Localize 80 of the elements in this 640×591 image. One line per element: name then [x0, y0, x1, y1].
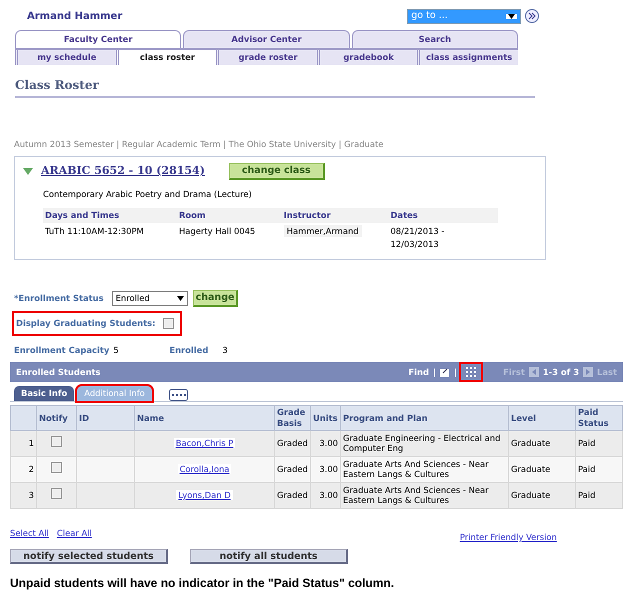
- table-cell: Graduate: [511, 438, 550, 448]
- table-cell: Graduate Engineering - Electrical and Computer Eng: [343, 432, 500, 454]
- grid-view-icon[interactable]: [461, 364, 482, 380]
- student-name-link[interactable]: Bacon,Chris P: [174, 438, 236, 448]
- double-chevron-icon: [528, 12, 536, 20]
- column-header: Grade Basis: [277, 407, 306, 428]
- field-label: *Enrollment Status: [14, 292, 104, 305]
- change-class-button[interactable]: change class: [228, 162, 325, 180]
- tab[interactable]: class assignments: [417, 50, 518, 65]
- notify-button[interactable]: notify selected students: [10, 548, 168, 564]
- table-cell: 3.00: [319, 490, 338, 500]
- checkbox[interactable]: [51, 436, 62, 448]
- tab[interactable]: grade roster: [216, 50, 317, 65]
- checkbox[interactable]: [163, 318, 174, 329]
- table-cell: 3.00: [319, 438, 338, 448]
- column-header: Days and Times: [43, 208, 177, 224]
- table-cell: Graded: [277, 490, 308, 500]
- field-label: Enrollment Capacity: [14, 344, 110, 358]
- row-number: 1: [28, 438, 34, 448]
- field-label: Enrolled: [169, 344, 208, 358]
- student-name-link[interactable]: Lyons,Dan D: [176, 490, 233, 500]
- tab[interactable]: gradebook: [316, 50, 418, 65]
- separator: |: [454, 366, 458, 378]
- student-name-link[interactable]: Corolla,Iona: [178, 464, 232, 474]
- change-button[interactable]: change: [192, 290, 238, 307]
- table-cell: Paid: [578, 438, 596, 448]
- tab[interactable]: Faculty Center: [15, 30, 182, 48]
- printer-friendly-link[interactable]: Printer Friendly Version: [460, 530, 557, 544]
- table-cell: Graded: [277, 464, 308, 474]
- next-icon[interactable]: [583, 366, 594, 378]
- show-all-columns-icon[interactable]: [168, 388, 191, 402]
- caret-icon: [506, 14, 518, 18]
- tab[interactable]: Basic Info: [14, 386, 74, 402]
- field-value: 3: [222, 344, 228, 358]
- table-cell: Paid: [578, 490, 596, 500]
- table-cell: Hagerty Hall 0045: [178, 226, 256, 236]
- notify-button[interactable]: notify all students: [190, 548, 348, 564]
- page-range: 1-3 of 3: [542, 366, 580, 378]
- user-name: Armand Hammer: [27, 10, 122, 24]
- table-cell: TuTh 11:10AM-12:30PM: [45, 226, 144, 236]
- page-title: Class Roster: [15, 76, 535, 98]
- go-button[interactable]: [525, 9, 540, 23]
- checkbox[interactable]: [51, 488, 62, 500]
- column-header: Dates: [388, 208, 498, 224]
- tab[interactable]: my schedule: [15, 50, 116, 65]
- column-header: Level: [511, 412, 536, 423]
- class-link[interactable]: ARABIC 5652 - 10 (28154): [41, 162, 205, 180]
- table-cell: Graded: [277, 438, 308, 448]
- class-description: Contemporary Arabic Poetry and Drama (Lecture): [43, 188, 253, 200]
- tab[interactable]: Advisor Center: [183, 30, 350, 48]
- note-text: Unpaid students will have no indicator in the "Paid Status" column.: [10, 574, 396, 591]
- tab[interactable]: Search: [352, 30, 518, 48]
- grid-title: Enrolled Students: [16, 366, 101, 378]
- term-info: Autumn 2013 Semester | Regular Academic Term | The Ohio State University | Graduate: [14, 138, 384, 151]
- column-header: Room: [176, 208, 282, 224]
- clear-all-link[interactable]: Clear All: [56, 526, 92, 540]
- row-number: 2: [28, 464, 34, 474]
- column-header: Name: [137, 412, 164, 423]
- table-cell: Paid: [578, 464, 596, 474]
- column-header: ID: [79, 412, 90, 423]
- field-label: Display Graduating Students:: [16, 316, 156, 330]
- separator: |: [432, 366, 436, 378]
- column-header: Instructor: [282, 208, 388, 224]
- table-cell: Graduate Arts And Sciences - Near Eastern Langs & Cultures: [343, 484, 489, 506]
- status-dropdown[interactable]: Enrolled: [112, 290, 188, 306]
- column-header: Notify: [39, 412, 68, 423]
- table-cell: Graduate: [511, 490, 550, 500]
- select-all-link[interactable]: Select All: [10, 526, 49, 540]
- table-cell: Graduate Arts And Sciences - Near Eastern Langs & Cultures: [343, 458, 489, 480]
- table-cell: Graduate: [511, 464, 550, 474]
- field-value: 5: [113, 344, 120, 358]
- column-header: Paid Status: [578, 407, 609, 428]
- row-number: 3: [28, 490, 34, 500]
- table-cell-text: 08/21/2013 - 12/03/2013: [390, 225, 446, 250]
- previous-icon[interactable]: [528, 366, 539, 378]
- instructor-name: Hammer,Armand: [284, 225, 362, 238]
- column-header: Units: [313, 412, 338, 423]
- column-header: Program and Plan: [343, 412, 428, 423]
- table-cell: 3.00: [319, 464, 338, 474]
- checkbox[interactable]: [51, 462, 62, 474]
